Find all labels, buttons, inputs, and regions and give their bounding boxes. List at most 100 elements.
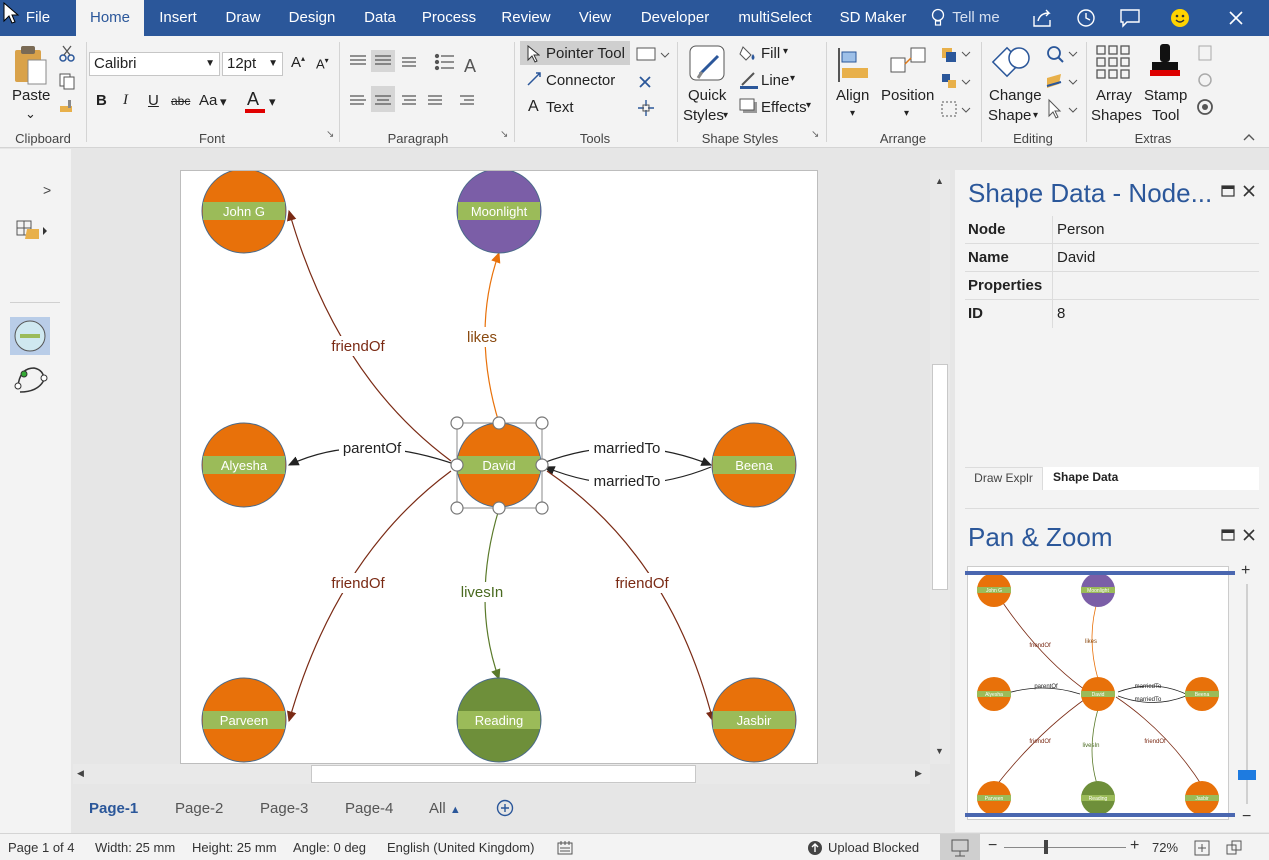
switch-windows-icon[interactable]: [1226, 840, 1242, 856]
line-icon[interactable]: [739, 71, 759, 89]
quick-styles-dropdown-icon[interactable]: ▾: [723, 110, 728, 121]
close-icon[interactable]: [1228, 10, 1244, 26]
fill-icon[interactable]: [739, 44, 759, 62]
horizontal-scroll-thumb[interactable]: [311, 765, 696, 783]
text-tool-label[interactable]: Text: [546, 99, 574, 116]
resize-handle[interactable]: [535, 416, 549, 430]
connector-label[interactable]: Connector: [546, 72, 615, 89]
line-button[interactable]: Line: [761, 72, 789, 89]
arrange-order-icons[interactable]: [940, 44, 974, 124]
stamp-tool-icon[interactable]: [1148, 42, 1184, 82]
italic-button[interactable]: I: [123, 92, 128, 109]
quick-styles-label-1[interactable]: Quick: [688, 87, 726, 104]
tab-home[interactable]: Home: [76, 0, 144, 36]
fill-button[interactable]: Fill: [761, 45, 780, 62]
edge-stencil-icon[interactable]: [14, 362, 48, 400]
close-x-icon[interactable]: [637, 74, 653, 90]
tab-insert[interactable]: Insert: [156, 0, 200, 36]
share-icon[interactable]: [1032, 8, 1054, 28]
shape-data-row[interactable]: Node Person: [965, 216, 1259, 244]
connector-icon[interactable]: [526, 71, 542, 87]
expand-pane-icon[interactable]: >: [43, 182, 51, 198]
stencil-folder-icon[interactable]: [15, 219, 49, 241]
zoom-level[interactable]: 72%: [1152, 840, 1178, 855]
node-david[interactable]: David: [456, 422, 542, 508]
tab-draw-explr[interactable]: Draw Explr: [965, 468, 1043, 490]
change-shape-dropdown-icon[interactable]: ▾: [1033, 110, 1038, 121]
edge-david-alyesha-parentof[interactable]: parentOf: [287, 437, 458, 466]
page-tab-3[interactable]: Page-3: [260, 800, 308, 817]
change-shape-label-2[interactable]: Shape: [988, 107, 1031, 124]
tab-developer[interactable]: Developer: [636, 0, 714, 36]
language-indicator[interactable]: English (United Kingdom): [387, 840, 534, 855]
zoom-out-icon[interactable]: −: [1242, 808, 1251, 826]
drawing-page[interactable]: friendOf likes parentOf marriedTo marrie: [180, 170, 818, 764]
fit-page-icon[interactable]: [1194, 840, 1210, 856]
stamp-tool-label-1[interactable]: Stamp: [1144, 87, 1187, 104]
find-select-icons[interactable]: [1045, 44, 1079, 124]
tab-review[interactable]: Review: [498, 0, 554, 36]
rectangle-shape-icon[interactable]: [636, 46, 672, 62]
array-shapes-icon[interactable]: [1095, 44, 1135, 84]
node-alyesha[interactable]: Alyesha: [201, 422, 287, 508]
format-painter-icon[interactable]: [58, 98, 76, 116]
zoom-out-button[interactable]: −: [988, 837, 997, 855]
scroll-down-icon[interactable]: ▼: [935, 746, 944, 756]
all-pages-button[interactable]: All ▲: [429, 800, 461, 817]
tab-process[interactable]: Process: [421, 0, 477, 36]
line-dropdown-icon[interactable]: ▾: [790, 73, 795, 84]
shape-data-value[interactable]: David: [1057, 249, 1095, 266]
horizontal-scrollbar[interactable]: ◀ ▶: [73, 764, 930, 784]
array-shapes-label-2[interactable]: Shapes: [1091, 107, 1142, 124]
scroll-up-icon[interactable]: ▲: [935, 176, 944, 186]
tab-multiselect[interactable]: multiSelect: [734, 0, 816, 36]
quick-styles-icon[interactable]: [688, 44, 728, 88]
history-icon[interactable]: [1075, 7, 1097, 29]
vertical-scroll-thumb[interactable]: [932, 364, 948, 590]
font-color-button[interactable]: A: [247, 89, 259, 110]
comment-icon[interactable]: [1119, 8, 1141, 28]
tab-sd-maker[interactable]: SD Maker: [838, 0, 908, 36]
resize-handle[interactable]: [535, 458, 549, 472]
position-icon[interactable]: [889, 44, 929, 84]
viewport-indicator-bottom[interactable]: [965, 813, 1235, 817]
paragraph-alignment-icons[interactable]: A: [346, 48, 476, 128]
node-jasbir[interactable]: Jasbir: [711, 677, 797, 763]
viewport-indicator-top[interactable]: [965, 571, 1235, 575]
edge-david-reading-livesin[interactable]: livesIn: [457, 508, 507, 681]
tab-data[interactable]: Data: [360, 0, 400, 36]
edge-david-beena-marriedto[interactable]: marriedTo: [542, 438, 713, 466]
stamp-tool-label-2[interactable]: Tool: [1152, 107, 1180, 124]
fill-dropdown-icon[interactable]: ▾: [783, 46, 788, 57]
underline-button[interactable]: U: [148, 92, 159, 109]
tab-file[interactable]: File: [20, 0, 56, 36]
zoom-in-icon[interactable]: +: [1241, 562, 1250, 580]
edge-david-parveen-friendof[interactable]: friendOf: [287, 470, 452, 723]
shape-data-row[interactable]: Name David: [965, 244, 1259, 272]
connection-point-icon[interactable]: [636, 98, 656, 118]
scroll-left-icon[interactable]: ◀: [77, 768, 84, 779]
node-beena[interactable]: Beena: [711, 422, 797, 508]
resize-handle[interactable]: [450, 416, 464, 430]
change-case-button[interactable]: Aa: [199, 92, 217, 109]
pan-zoom-slider-thumb[interactable]: [1238, 770, 1256, 780]
node-reading[interactable]: Reading: [456, 677, 542, 763]
resize-handle[interactable]: [450, 501, 464, 515]
edge-david-moonlight-likes[interactable]: likes: [463, 251, 501, 424]
vertical-scrollbar[interactable]: ▲ ▼: [930, 170, 950, 764]
shrink-font-icon[interactable]: A▾: [316, 56, 329, 71]
cut-icon[interactable]: [58, 45, 76, 63]
resize-handle[interactable]: [450, 458, 464, 472]
effects-button[interactable]: Effects: [761, 99, 807, 116]
quick-styles-label-2[interactable]: Styles: [683, 107, 724, 124]
change-shape-icon[interactable]: [991, 44, 1031, 86]
extras-side-icons[interactable]: [1196, 44, 1214, 126]
page-tab-4[interactable]: Page-4: [345, 800, 393, 817]
shape-data-value[interactable]: Person: [1057, 221, 1105, 238]
page-tab-2[interactable]: Page-2: [175, 800, 223, 817]
resize-handle[interactable]: [492, 501, 506, 515]
font-family-select[interactable]: Calibri ▼: [89, 52, 220, 76]
close-panel-icon[interactable]: [1243, 185, 1255, 197]
tab-view[interactable]: View: [576, 0, 614, 36]
array-shapes-label-1[interactable]: Array: [1096, 87, 1132, 104]
